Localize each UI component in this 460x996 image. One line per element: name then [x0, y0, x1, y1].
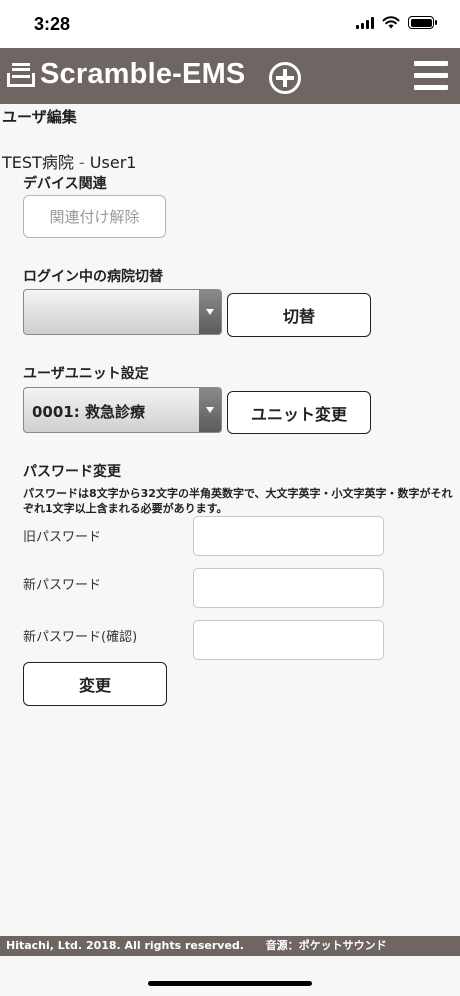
status-icons — [356, 16, 437, 29]
switch-hospital-button[interactable]: 切替 — [227, 293, 371, 337]
hospital-user-heading: TEST病院 - User1 — [2, 149, 136, 173]
old-password-label: 旧パスワード — [23, 530, 102, 545]
app-header: Scramble-EMS — [0, 48, 460, 104]
signal-icon — [356, 16, 374, 29]
device-section-label: デバイス関連 — [23, 176, 107, 192]
change-unit-button[interactable]: ユニット変更 — [227, 391, 371, 434]
status-bar: 3:28 — [0, 0, 460, 48]
app-logo-text: Scramble-EMS — [40, 58, 246, 90]
confirm-password-label: 新パスワード(確認) — [23, 630, 138, 645]
battery-level — [410, 18, 432, 27]
status-time: 3:28 — [34, 14, 71, 34]
tray-logo-icon — [7, 63, 35, 87]
chevron-down-icon — [199, 388, 221, 432]
hamburger-menu-icon[interactable] — [414, 61, 448, 91]
battery-icon — [408, 16, 437, 29]
chevron-down-icon — [199, 290, 221, 334]
footer: Hitachi, Ltd. 2018. All rights reserved.… — [0, 936, 460, 956]
plus-circle-icon — [269, 62, 301, 94]
new-password-input[interactable] — [193, 568, 384, 608]
copyright-text: Hitachi, Ltd. 2018. All rights reserved. — [6, 939, 244, 952]
hospital-select[interactable] — [23, 289, 222, 335]
password-section-label: パスワード変更 — [23, 464, 121, 480]
confirm-password-input[interactable] — [193, 620, 384, 660]
new-password-label: 新パスワード — [23, 578, 102, 593]
page-title: ユーザ編集 — [2, 108, 77, 126]
wifi-icon — [382, 16, 400, 29]
password-requirements: パスワードは8文字から32文字の半角英数字で、大文字英字・小文字英字・数字がそれ… — [23, 487, 453, 515]
hospital-name: TEST病院 — [2, 153, 74, 172]
sound-credit-text: 音源：ポケットサウンド — [265, 939, 387, 952]
old-password-input[interactable] — [193, 516, 384, 556]
home-indicator[interactable] — [148, 981, 312, 986]
user-unit-select[interactable]: 0001: 救急診療 — [23, 387, 222, 433]
heading-separator: - — [78, 153, 85, 172]
hospital-switch-label: ログイン中の病院切替 — [23, 269, 163, 285]
change-password-button[interactable]: 変更 — [23, 662, 167, 706]
user-unit-select-value: 0001: 救急診療 — [32, 403, 145, 421]
unlink-device-button[interactable]: 関連付け解除 — [23, 195, 166, 238]
user-unit-label: ユーザユニット設定 — [23, 366, 149, 382]
user-name: User1 — [89, 153, 137, 172]
